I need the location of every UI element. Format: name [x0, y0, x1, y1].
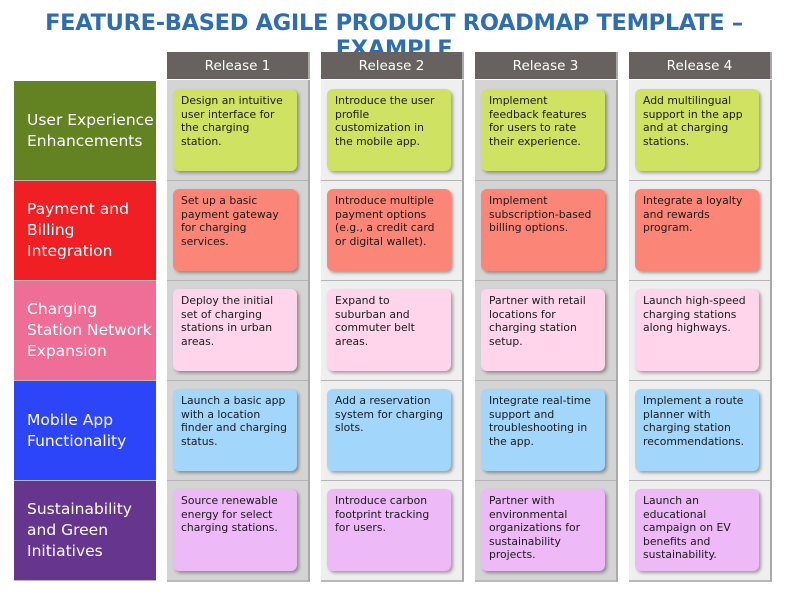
feature-card: Source renewable energy for select charg…: [173, 489, 297, 571]
feature-card: Set up a basic payment gateway for charg…: [173, 189, 297, 271]
row-divider: [629, 480, 770, 481]
row-divider: [167, 480, 308, 481]
feature-card: Add multilingual support in the app and …: [635, 89, 759, 171]
feature-card: Implement a route planner with charging …: [635, 389, 759, 471]
feature-card: Introduce multiple payment options (e.g.…: [327, 189, 451, 271]
feature-card: Launch high-speed charging stations alon…: [635, 289, 759, 371]
feature-label: User Experience Enhancements: [14, 81, 156, 181]
feature-card: Expand to suburban and commuter belt are…: [327, 289, 451, 371]
row-divider: [629, 280, 770, 281]
feature-card: Implement feedback features for users to…: [481, 89, 605, 171]
row-divider: [167, 180, 308, 181]
feature-card: Integrate a loyalty and rewards program.: [635, 189, 759, 271]
release-header-2: Release 2: [321, 52, 464, 79]
row-divider: [321, 180, 462, 181]
feature-card: Launch a basic app with a location finde…: [173, 389, 297, 471]
feature-label: Sustainability and Green Initiatives: [14, 481, 156, 581]
release-header-4: Release 4: [629, 52, 772, 79]
feature-label: Charging Station Network Expansion: [14, 281, 156, 381]
feature-card: Add a reservation system for charging sl…: [327, 389, 451, 471]
row-divider: [475, 180, 616, 181]
release-header-1: Release 1: [167, 52, 310, 79]
feature-card: Implement subscription-based billing opt…: [481, 189, 605, 271]
feature-card: Introduce the user profile customization…: [327, 89, 451, 171]
row-divider: [167, 280, 308, 281]
feature-card: Partner with retail locations for chargi…: [481, 289, 605, 371]
row-divider: [321, 480, 462, 481]
feature-card: Integrate real-time support and troubles…: [481, 389, 605, 471]
row-divider: [629, 180, 770, 181]
release-header-3: Release 3: [475, 52, 618, 79]
row-divider: [321, 380, 462, 381]
feature-card: Launch an educational campaign on EV ben…: [635, 489, 759, 571]
row-divider: [629, 380, 770, 381]
row-divider: [475, 280, 616, 281]
feature-label: Mobile App Functionality: [14, 381, 156, 481]
feature-card: Design an intuitive user interface for t…: [173, 89, 297, 171]
feature-label: Payment and Billing Integration: [14, 181, 156, 281]
feature-card: Introduce carbon footprint tracking for …: [327, 489, 451, 571]
row-divider: [475, 480, 616, 481]
row-divider: [167, 380, 308, 381]
row-divider: [475, 380, 616, 381]
row-divider: [321, 280, 462, 281]
feature-card: Partner with environmental organizations…: [481, 489, 605, 571]
feature-card: Deploy the initial set of charging stati…: [173, 289, 297, 371]
